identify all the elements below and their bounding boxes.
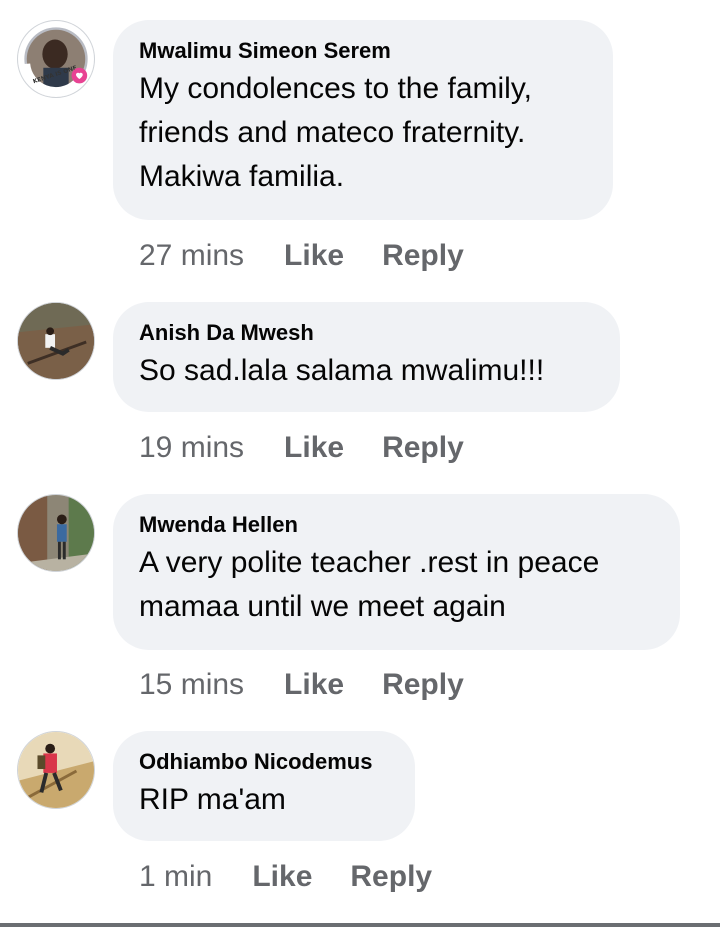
comment-author[interactable]: Odhiambo Nicodemus (139, 749, 387, 775)
comment-actions: 15 mins Like Reply (139, 665, 464, 705)
reply-button[interactable]: Reply (382, 668, 464, 702)
bottom-divider (0, 923, 720, 927)
avatar[interactable] (17, 731, 95, 809)
profile-photo-person-sitting-icon (18, 303, 94, 379)
comment-timestamp[interactable]: 19 mins (139, 431, 244, 465)
reply-button[interactable]: Reply (350, 860, 432, 894)
comment-author[interactable]: Anish Da Mwesh (139, 320, 592, 346)
comment-bubble: Mwenda Hellen A very polite teacher .res… (113, 494, 680, 650)
comment-text: So sad.lala salama mwalimu!!! (139, 354, 545, 387)
comment-bubble: Anish Da Mwesh So sad.lala salama mwalim… (113, 302, 620, 412)
comment-actions: 27 mins Like Reply (139, 236, 464, 276)
reply-button[interactable]: Reply (382, 431, 464, 465)
comment-actions: 19 mins Like Reply (139, 428, 464, 468)
comment-timestamp[interactable]: 15 mins (139, 668, 244, 702)
comment-timestamp[interactable]: 1 min (139, 860, 212, 894)
comment-text: A very polite teacher .rest in peace mam… (139, 546, 600, 623)
avatar[interactable] (17, 302, 95, 380)
like-button[interactable]: Like (284, 431, 344, 465)
comments-thread: KENYA IS ONE Mwalimu Simeon Serem My con… (0, 0, 720, 927)
like-button[interactable]: Like (252, 860, 312, 894)
comment-actions: 1 min Like Reply (139, 857, 432, 897)
profile-photo-person-with-backpack-icon (18, 732, 94, 808)
like-button[interactable]: Like (284, 239, 344, 273)
comment-text: My condolences to the family, friends an… (139, 72, 532, 193)
comment-text: RIP ma'am (139, 783, 286, 816)
comment-bubble: Odhiambo Nicodemus RIP ma'am (113, 731, 415, 841)
profile-photo-person-standing-icon (18, 495, 94, 571)
avatar[interactable]: KENYA IS ONE (17, 20, 95, 98)
comment-author[interactable]: Mwenda Hellen (139, 512, 652, 538)
comment-author[interactable]: Mwalimu Simeon Serem (139, 38, 585, 64)
reply-button[interactable]: Reply (382, 239, 464, 273)
comment-timestamp[interactable]: 27 mins (139, 239, 244, 273)
avatar[interactable] (17, 494, 95, 572)
profile-photo-man-with-frame-icon: KENYA IS ONE (18, 21, 94, 97)
like-button[interactable]: Like (284, 668, 344, 702)
comment-bubble: Mwalimu Simeon Serem My condolences to t… (113, 20, 613, 220)
